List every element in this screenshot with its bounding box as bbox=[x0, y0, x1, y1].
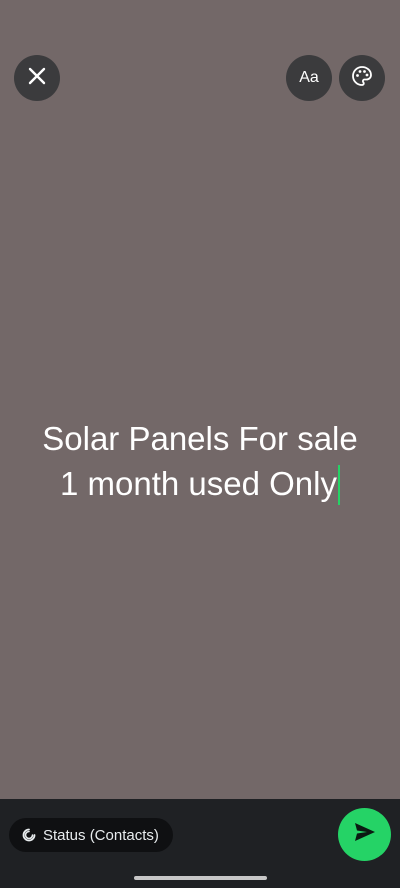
font-style-button[interactable]: Aa bbox=[286, 55, 332, 101]
background-color-button[interactable] bbox=[339, 55, 385, 101]
status-audience-label: Status (Contacts) bbox=[43, 826, 159, 844]
status-ring-icon bbox=[21, 827, 37, 843]
close-button[interactable] bbox=[14, 55, 60, 101]
home-indicator[interactable] bbox=[134, 876, 267, 880]
send-button[interactable] bbox=[338, 808, 391, 861]
text-cursor bbox=[338, 465, 340, 505]
status-audience-button[interactable]: Status (Contacts) bbox=[9, 818, 173, 852]
close-icon bbox=[27, 66, 47, 91]
send-icon bbox=[353, 821, 377, 848]
status-text-editor[interactable]: Solar Panels For sale 1 month used Only bbox=[0, 416, 400, 506]
status-composer-screen: Aa Solar Panels For sale 1 month used On… bbox=[0, 0, 400, 888]
status-text-line-2: 1 month used Only bbox=[0, 461, 400, 506]
status-text-line-2-content: 1 month used Only bbox=[60, 465, 337, 502]
status-text-line-1: Solar Panels For sale bbox=[42, 420, 358, 457]
font-style-label: Aa bbox=[299, 69, 319, 86]
palette-icon bbox=[350, 64, 374, 93]
